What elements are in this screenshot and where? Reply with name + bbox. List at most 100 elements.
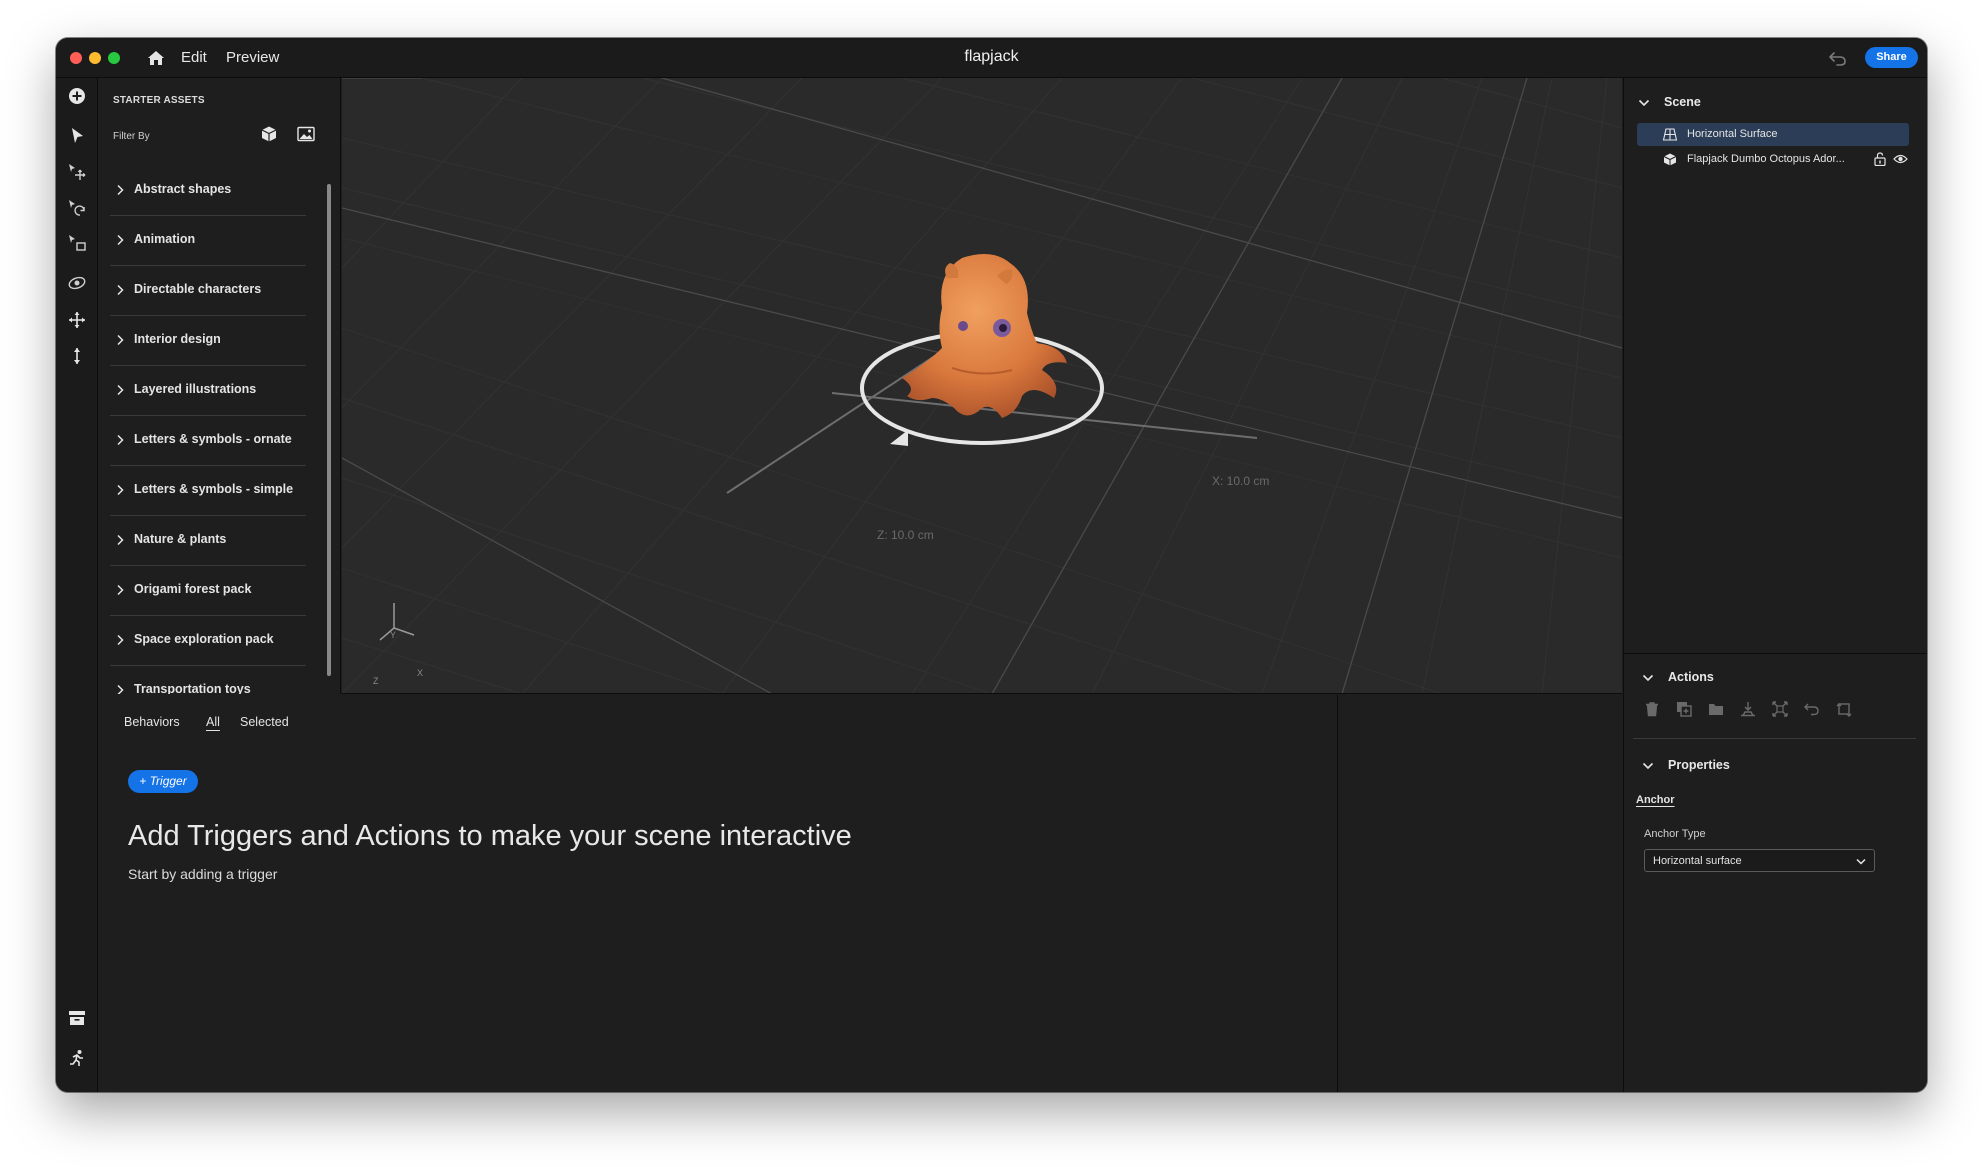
actions-section-title: Actions	[1668, 670, 1714, 684]
scale-tool-icon[interactable]	[67, 233, 87, 253]
filter-label: Filter By	[113, 131, 150, 142]
chevron-down-icon[interactable]	[1642, 674, 1654, 682]
asset-category-item[interactable]: Letters & symbols - ornate	[110, 416, 306, 466]
chevron-right-icon	[117, 334, 124, 346]
asset-category-item[interactable]: Nature & plants	[110, 516, 306, 566]
unlock-icon[interactable]	[1874, 152, 1886, 166]
filter-3d-icon[interactable]	[260, 125, 278, 143]
asset-category-label: Directable characters	[134, 282, 262, 296]
chevron-right-icon	[117, 684, 124, 694]
tab-selected[interactable]: Selected	[240, 715, 289, 729]
scene-section-title: Scene	[1664, 95, 1701, 109]
chevron-right-icon	[117, 584, 124, 596]
asset-category-item[interactable]: Transportation toys	[110, 666, 306, 694]
share-button[interactable]: Share	[1865, 47, 1918, 68]
assets-scrollbar[interactable]	[327, 184, 331, 676]
replace-icon[interactable]	[1836, 701, 1852, 717]
add-icon[interactable]	[67, 86, 87, 106]
viewport-grid	[342, 78, 1622, 693]
behaviors-empty-subheading: Start by adding a trigger	[128, 866, 278, 882]
document-title: flapjack	[964, 48, 1019, 65]
chevron-right-icon	[117, 484, 124, 496]
asset-category-item[interactable]: Animation	[110, 216, 306, 266]
asset-category-label: Transportation toys	[134, 682, 251, 694]
assets-drawer-icon[interactable]	[67, 1008, 87, 1028]
title-bar: Edit Preview flapjack Share	[56, 38, 1927, 78]
axis-gizmo	[379, 603, 415, 641]
chevron-down-icon	[1856, 858, 1866, 865]
add-trigger-button[interactable]: + Trigger	[128, 770, 198, 793]
scene-item-octopus[interactable]: Flapjack Dumbo Octopus Ador...	[1637, 148, 1909, 171]
asset-category-item[interactable]: Abstract shapes	[110, 166, 306, 216]
pan-camera-icon[interactable]	[67, 310, 87, 330]
chevron-down-icon[interactable]	[1642, 762, 1654, 770]
behaviors-panel: Behaviors All Selected + Trigger Add Tri…	[98, 695, 1622, 1092]
tab-anchor[interactable]: Anchor	[1636, 794, 1675, 806]
chevron-right-icon	[117, 534, 124, 546]
asset-category-label: Abstract shapes	[134, 182, 232, 196]
behaviors-divider	[1337, 695, 1338, 1092]
anchor-type-value: Horizontal surface	[1653, 855, 1742, 867]
z-dimension-label: Z: 10.0 cm	[877, 528, 934, 542]
scene-item-label: Horizontal Surface	[1687, 128, 1778, 140]
chevron-down-icon[interactable]	[1638, 99, 1650, 107]
section-divider	[1624, 653, 1927, 654]
asset-category-label: Nature & plants	[134, 532, 227, 546]
asset-category-item[interactable]: Layered illustrations	[110, 366, 306, 416]
chevron-right-icon	[117, 284, 124, 296]
octopus-model[interactable]	[902, 254, 1067, 418]
chevron-right-icon	[117, 384, 124, 396]
asset-category-label: Letters & symbols - ornate	[134, 432, 292, 446]
group-icon[interactable]	[1708, 701, 1724, 717]
eye-icon[interactable]	[1893, 153, 1908, 165]
reset-icon[interactable]	[1804, 701, 1820, 717]
app-window: Edit Preview flapjack Share STARTER ASSE…	[56, 38, 1927, 1092]
asset-category-item[interactable]: Letters & symbols - simple	[110, 466, 306, 516]
chevron-right-icon	[117, 434, 124, 446]
anchor-type-select[interactable]: Horizontal surface	[1644, 849, 1875, 872]
scene-item-label: Flapjack Dumbo Octopus Ador...	[1687, 153, 1845, 165]
gizmo-x-label: X	[417, 668, 424, 678]
left-toolbar	[56, 78, 98, 1092]
chevron-right-icon	[117, 634, 124, 646]
actions-divider	[1633, 738, 1916, 739]
properties-section-title: Properties	[1668, 758, 1730, 772]
behaviors-run-icon[interactable]	[67, 1048, 87, 1068]
filter-image-icon[interactable]	[297, 126, 315, 142]
rotate-tool-icon[interactable]	[67, 198, 87, 218]
orbit-camera-icon[interactable]	[67, 273, 87, 293]
starter-assets-panel: STARTER ASSETS Filter By Abstract shapes…	[98, 78, 341, 694]
dolly-camera-icon[interactable]	[67, 346, 87, 366]
anchor-type-label: Anchor Type	[1644, 828, 1706, 840]
asset-category-label: Origami forest pack	[134, 582, 252, 596]
select-arrow-icon[interactable]	[67, 126, 87, 146]
asset-category-label: Space exploration pack	[134, 632, 274, 646]
asset-category-list: Abstract shapes Animation Directable cha…	[110, 166, 306, 694]
duplicate-icon[interactable]	[1676, 701, 1692, 717]
asset-category-label: Layered illustrations	[134, 382, 257, 396]
asset-category-item[interactable]: Origami forest pack	[110, 566, 306, 616]
assets-panel-title: STARTER ASSETS	[113, 95, 205, 106]
tab-all[interactable]: All	[206, 715, 220, 729]
asset-category-item[interactable]: Space exploration pack	[110, 616, 306, 666]
fit-icon[interactable]	[1772, 701, 1788, 717]
asset-category-item[interactable]: Directable characters	[110, 266, 306, 316]
gizmo-z-label: Z	[373, 676, 379, 686]
3d-viewport[interactable]: X: 10.0 cm Z: 10.0 cm Y X Z	[342, 78, 1622, 694]
scene-item-horizontal-surface[interactable]: Horizontal Surface	[1637, 123, 1909, 146]
asset-category-label: Interior design	[134, 332, 221, 346]
gizmo-y-label: Y	[390, 630, 397, 640]
behaviors-title: Behaviors	[124, 715, 180, 729]
chevron-right-icon	[117, 184, 124, 196]
surface-icon	[1663, 128, 1677, 141]
delete-icon[interactable]	[1644, 701, 1660, 717]
asset-category-label: Letters & symbols - simple	[134, 482, 294, 496]
undo-icon[interactable]	[1828, 49, 1848, 67]
drop-to-ground-icon[interactable]	[1740, 701, 1756, 717]
behaviors-empty-heading: Add Triggers and Actions to make your sc…	[128, 820, 852, 852]
right-panel: Scene Horizontal Surface Flapjack Dumbo …	[1623, 78, 1927, 1092]
x-dimension-label: X: 10.0 cm	[1212, 474, 1270, 488]
asset-category-item[interactable]: Interior design	[110, 316, 306, 366]
3d-object-icon	[1663, 153, 1677, 166]
move-tool-icon[interactable]	[67, 162, 87, 182]
